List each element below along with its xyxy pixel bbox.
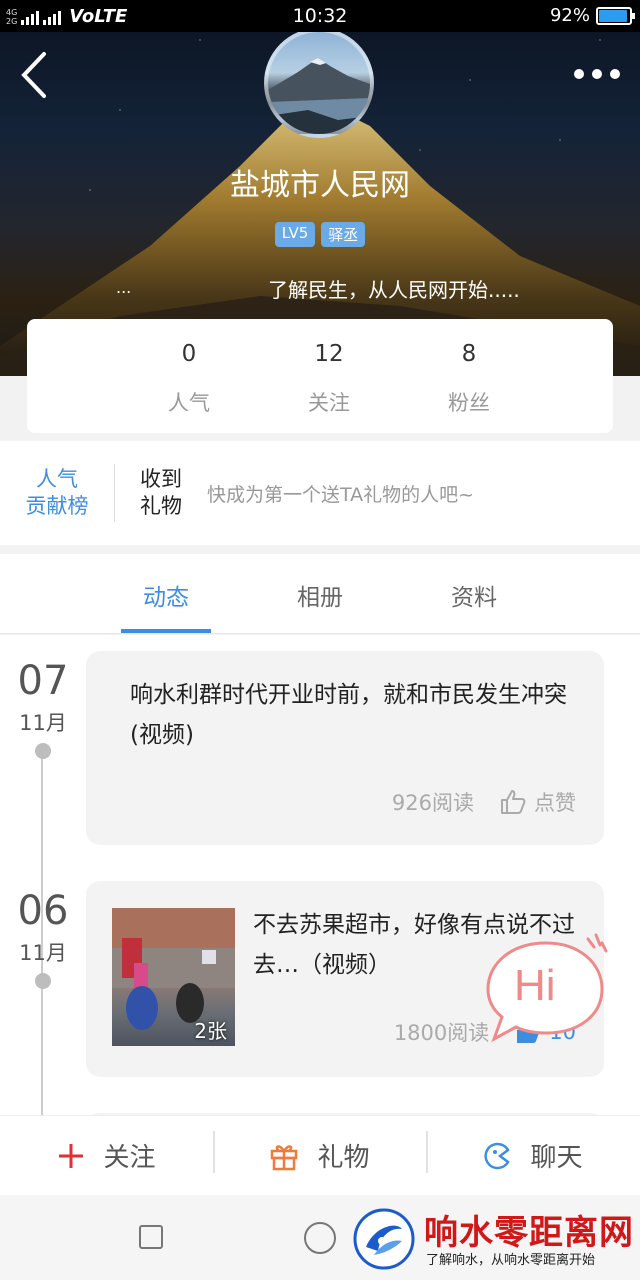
badge-group: LV5 驿丞 bbox=[0, 222, 640, 247]
home-button[interactable] bbox=[304, 1222, 336, 1254]
stats-card: 0 人气 12 关注 8 粉丝 bbox=[27, 319, 613, 433]
watermark-logo bbox=[353, 1208, 415, 1270]
tab-profile-info[interactable]: 资料 bbox=[397, 554, 551, 633]
rank-label-line2: 贡献榜 bbox=[25, 494, 89, 518]
battery-icon bbox=[596, 6, 635, 25]
stat-value: 12 bbox=[314, 341, 344, 367]
tab-album[interactable]: 相册 bbox=[243, 554, 397, 633]
post-month: 11月 bbox=[19, 711, 67, 735]
more-dot bbox=[610, 69, 620, 79]
battery-percent: 92% bbox=[549, 5, 590, 26]
gift-hint: 快成为第一个送TA礼物的人吧~ bbox=[207, 483, 475, 506]
stat-fans[interactable]: 8 粉丝 bbox=[399, 319, 539, 433]
signature-ellipsis: ... bbox=[116, 278, 132, 297]
read-count: 1800阅读 bbox=[393, 1021, 490, 1045]
plus-icon bbox=[59, 1143, 84, 1168]
post-card[interactable]: 响水利群时代开业时前，就和市民发生冲突(视频) 926阅读 点赞 bbox=[86, 651, 604, 845]
chat-label: 聊天 bbox=[530, 1143, 583, 1173]
like-button[interactable]: 点赞 bbox=[500, 787, 576, 817]
watermark-title: 响水零距离网 bbox=[424, 1213, 634, 1253]
clock: 10:32 bbox=[292, 5, 348, 27]
post-meta: 926阅读 点赞 bbox=[392, 787, 576, 817]
tab-activity[interactable]: 动态 bbox=[89, 554, 243, 633]
bottom-action-bar: 关注 礼物 聊天 bbox=[0, 1115, 640, 1195]
status-bar: 4G 2G VoLTE 10:32 92% bbox=[0, 0, 640, 32]
watermark-subtitle: 了解响水，从响水零距离开始 bbox=[426, 1253, 596, 1268]
post-month: 11月 bbox=[19, 941, 67, 965]
contribution-rank-link[interactable]: 人气 贡献榜 bbox=[0, 466, 114, 520]
site-watermark: 响水零距离网 了解响水，从响水零距离开始 bbox=[350, 1205, 640, 1275]
gift-button[interactable]: 礼物 bbox=[213, 1131, 426, 1174]
like-label: 点赞 bbox=[534, 791, 576, 815]
stat-value: 8 bbox=[461, 341, 477, 367]
title-badge: 驿丞 bbox=[321, 222, 366, 247]
hi-greeting-button[interactable]: Hi bbox=[484, 933, 608, 1045]
recents-button[interactable] bbox=[139, 1225, 163, 1249]
more-button[interactable] bbox=[574, 62, 620, 86]
received-line2: 礼物 bbox=[140, 494, 182, 518]
stat-label: 粉丝 bbox=[448, 391, 490, 415]
hi-text: Hi bbox=[514, 961, 556, 1010]
profile-name: 盐城市人民网 bbox=[230, 168, 410, 203]
post-day: 06 bbox=[17, 888, 69, 934]
level-badge: LV5 bbox=[274, 222, 316, 247]
chevron-left-icon bbox=[21, 52, 46, 98]
tab-bar: 动态 相册 资料 bbox=[0, 554, 640, 634]
gift-row: 人气 贡献榜 收到 礼物 快成为第一个送TA礼物的人吧~ bbox=[0, 441, 640, 545]
post-thumbnail[interactable]: 2张 bbox=[112, 908, 235, 1046]
received-line1: 收到 bbox=[140, 467, 182, 491]
gift-label: 礼物 bbox=[317, 1143, 370, 1173]
profile-signature: 了解民生，从人民网开始..... bbox=[268, 278, 520, 302]
back-button[interactable] bbox=[16, 50, 56, 100]
avatar-image bbox=[268, 58, 370, 134]
follow-label: 关注 bbox=[103, 1143, 156, 1173]
image-count: 2张 bbox=[194, 1019, 227, 1043]
timeline-dot bbox=[35, 973, 51, 989]
follow-button[interactable]: 关注 bbox=[0, 1137, 213, 1174]
stat-value: 0 bbox=[181, 341, 197, 367]
post-text: 响水利群时代开业时前，就和市民发生冲突(视频) bbox=[130, 682, 567, 748]
more-dot bbox=[592, 69, 602, 79]
post-date: 07 11月 bbox=[0, 659, 86, 759]
avatar[interactable] bbox=[264, 28, 374, 138]
battery-level bbox=[599, 9, 627, 22]
received-gifts-label: 收到 礼物 bbox=[115, 466, 207, 520]
stat-popularity[interactable]: 0 人气 bbox=[119, 319, 259, 433]
read-count: 926阅读 bbox=[391, 791, 474, 815]
timeline-dot bbox=[35, 743, 51, 759]
stat-label: 关注 bbox=[308, 391, 350, 415]
chat-button[interactable]: 聊天 bbox=[426, 1131, 639, 1174]
more-dots-icon bbox=[574, 69, 584, 79]
post-date: 06 11月 bbox=[0, 889, 86, 989]
stat-label: 人气 bbox=[168, 391, 210, 415]
chat-icon bbox=[484, 1142, 511, 1169]
rank-label-line1: 人气 bbox=[36, 467, 78, 491]
stat-following[interactable]: 12 关注 bbox=[259, 319, 399, 433]
gift-icon bbox=[271, 1144, 298, 1170]
post-day: 07 bbox=[17, 658, 69, 704]
thumbs-up-icon bbox=[501, 790, 526, 814]
